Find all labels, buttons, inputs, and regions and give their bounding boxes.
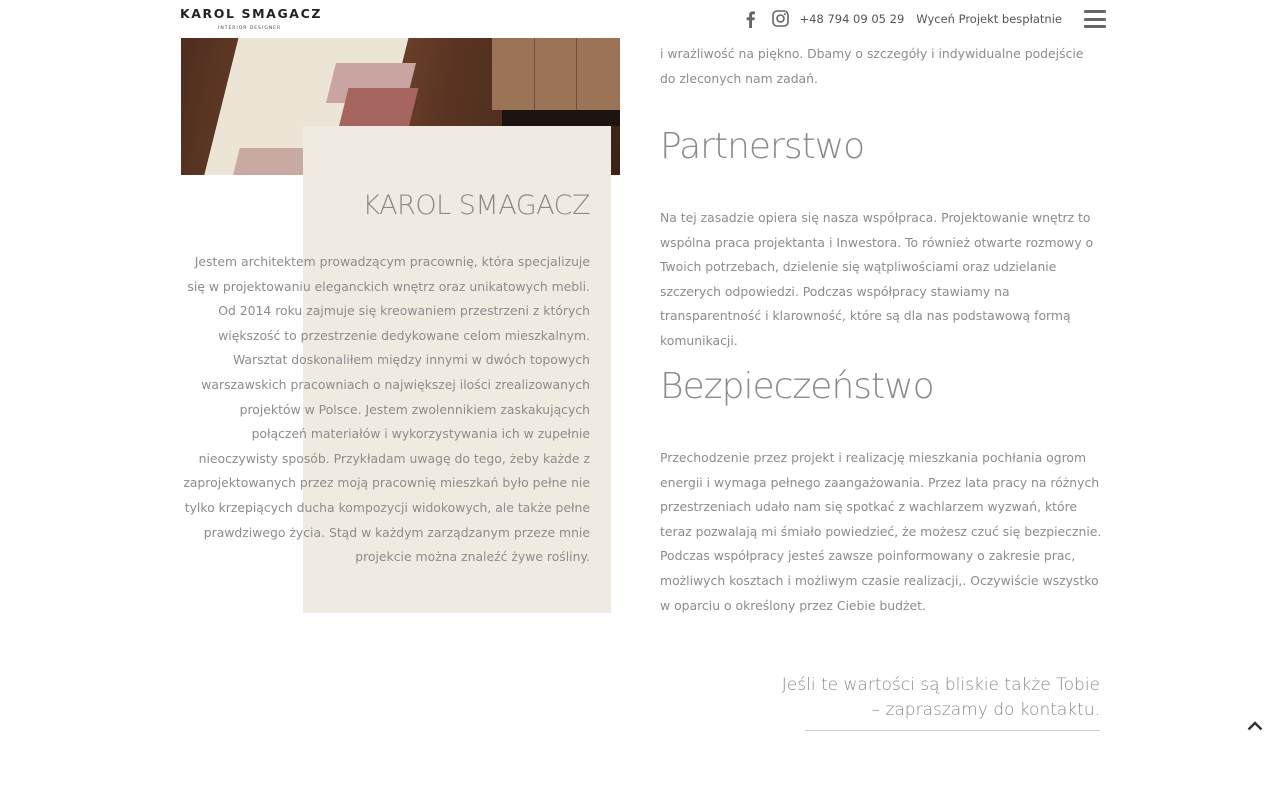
logo-name: KAROL SMAGACZ [180,6,323,21]
bezpieczenstwo-heading: Bezpieczeństwo [660,366,935,407]
closing-line-1: Jeśli te wartości są bliskie także Tobie [781,675,1100,695]
chevron-up-icon[interactable] [1244,717,1266,735]
intro-text: i wrażliwość na piękno. Dbamy o szczegół… [660,46,1084,86]
closing-underline [805,730,1100,731]
partnerstwo-text: Na tej zasadzie opiera się nasza współpr… [660,210,1094,348]
header-actions: +48 794 09 05 29 Wyceń Projekt bespłatni… [744,8,1106,30]
site-header: KAROL SMAGACZ INTERIOR DESIGNER +48 794 … [0,0,1280,38]
quote-cta-link[interactable]: Wyceń Projekt bespłatnie [916,12,1062,26]
instagram-icon[interactable] [771,10,790,28]
closing-line-2: – zapraszamy do kontaktu. [871,700,1100,720]
logo-subtitle: INTERIOR DESIGNER [218,26,282,31]
bezpieczenstwo-text: Przechodzenie przez projekt i realizację… [660,450,1102,613]
bio-text: Jestem architektem prowadzącym pracownię… [183,254,590,565]
logo[interactable]: KAROL SMAGACZ INTERIOR DESIGNER [180,6,323,31]
menu-icon[interactable] [1084,10,1106,28]
contact-invitation-link[interactable]: Jeśli te wartości są bliskie także Tobie… [760,673,1100,723]
phone-link[interactable]: +48 794 09 05 29 [800,12,905,26]
bio-title: KAROL SMAGACZ [362,190,590,221]
partnerstwo-heading: Partnerstwo [660,126,865,167]
facebook-icon[interactable] [744,10,758,28]
